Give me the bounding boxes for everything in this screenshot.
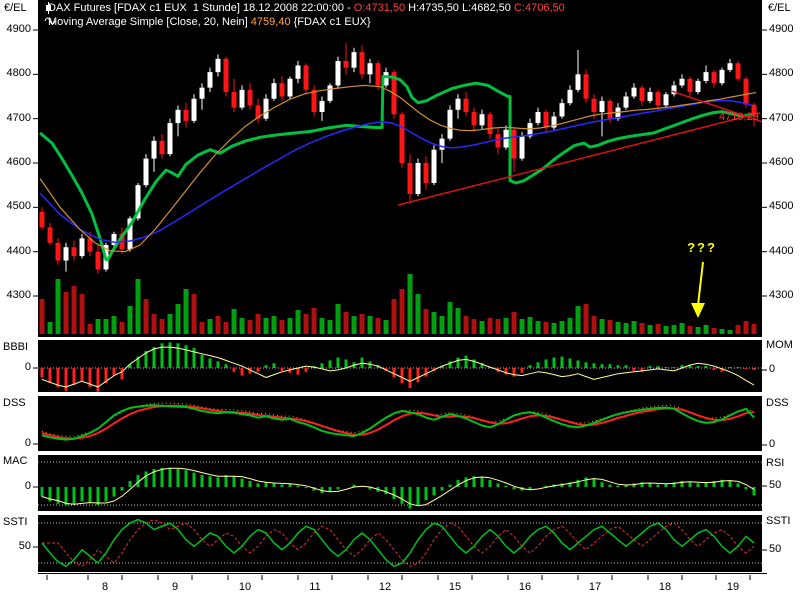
high-low-values: H:4735,50 L:4682,50 [405, 2, 514, 14]
chart-canvas[interactable] [0, 0, 800, 600]
right-axis-unit: €/EL [768, 3, 791, 14]
panel-left-label: MAC [3, 456, 27, 467]
ma-suffix: {FDAX c1 EUX} [291, 16, 371, 28]
price-tick-right: 4300 [769, 290, 793, 301]
panel-right-label: RSI [766, 458, 784, 469]
price-tick-right: 4800 [769, 68, 793, 79]
x-axis-day-label: 16 [515, 582, 535, 593]
panel-right-label: MOM [766, 340, 793, 351]
price-tick-right: 4400 [769, 246, 793, 257]
panel-right-tick: 0 [769, 364, 775, 375]
price-tick-left: 4400 [0, 246, 31, 257]
panel-left-label: BBBI [3, 342, 28, 353]
panel-left-label: DSS [3, 398, 26, 409]
ma-label: Moving Average Simple [Close, 20, Nein] [48, 16, 251, 28]
price-tick-left: 4700 [0, 113, 31, 124]
panel-right-label: SSTI [766, 516, 790, 527]
price-tick-right: 4700 [769, 113, 793, 124]
price-tick-left: 4800 [0, 68, 31, 79]
panel-right-tick: 50 [769, 544, 781, 555]
ma-value: 4759,40 [251, 16, 291, 28]
price-tick-right: 4900 [769, 24, 793, 35]
trendline-value-label: 4710,29 [719, 111, 759, 123]
panel-right-tick: 0 [769, 439, 775, 450]
panel-right-tick: 50 [769, 480, 781, 491]
title-text: DAX Futures [FDAX c1 EUX 1 Stunde] 18.12… [48, 2, 354, 14]
instrument-title-row: DAX Futures [FDAX c1 EUX 1 Stunde] 18.12… [44, 2, 565, 14]
panel-left-tick: 0 [0, 362, 31, 373]
close-value: C:4706,50 [514, 2, 565, 14]
panel-right-label: DSS [766, 398, 789, 409]
indicator-title-row: Moving Average Simple [Close, 20, Nein] … [44, 16, 371, 28]
panel-left-tick: 50 [0, 541, 31, 552]
chart-window: DAX Futures [FDAX c1 EUX 1 Stunde] 18.12… [0, 0, 800, 600]
price-tick-right: 4500 [769, 201, 793, 212]
panel-left-tick: 0 [0, 438, 31, 449]
x-axis-day-label: 12 [375, 582, 395, 593]
x-axis-day-label: 8 [95, 582, 115, 593]
x-axis-day-label: 17 [585, 582, 605, 593]
price-tick-left: 4600 [0, 157, 31, 168]
price-tick-left: 4900 [0, 24, 31, 35]
open-value: O:4731,50 [354, 2, 405, 14]
panel-left-label: SSTI [3, 517, 27, 528]
panel-left-tick: 0 [0, 481, 31, 492]
price-tick-left: 4500 [0, 201, 31, 212]
x-axis-day-label: 11 [305, 582, 325, 593]
x-axis-day-label: 10 [235, 582, 255, 593]
question-annotation: ??? [684, 240, 720, 255]
x-axis-day-label: 9 [165, 582, 185, 593]
left-axis-unit: €/EL [4, 3, 27, 14]
price-tick-right: 4600 [769, 157, 793, 168]
x-axis-day-label: 15 [445, 582, 465, 593]
price-tick-left: 4300 [0, 290, 31, 301]
x-axis-day-label: 18 [655, 582, 675, 593]
x-axis-day-label: 19 [723, 582, 743, 593]
